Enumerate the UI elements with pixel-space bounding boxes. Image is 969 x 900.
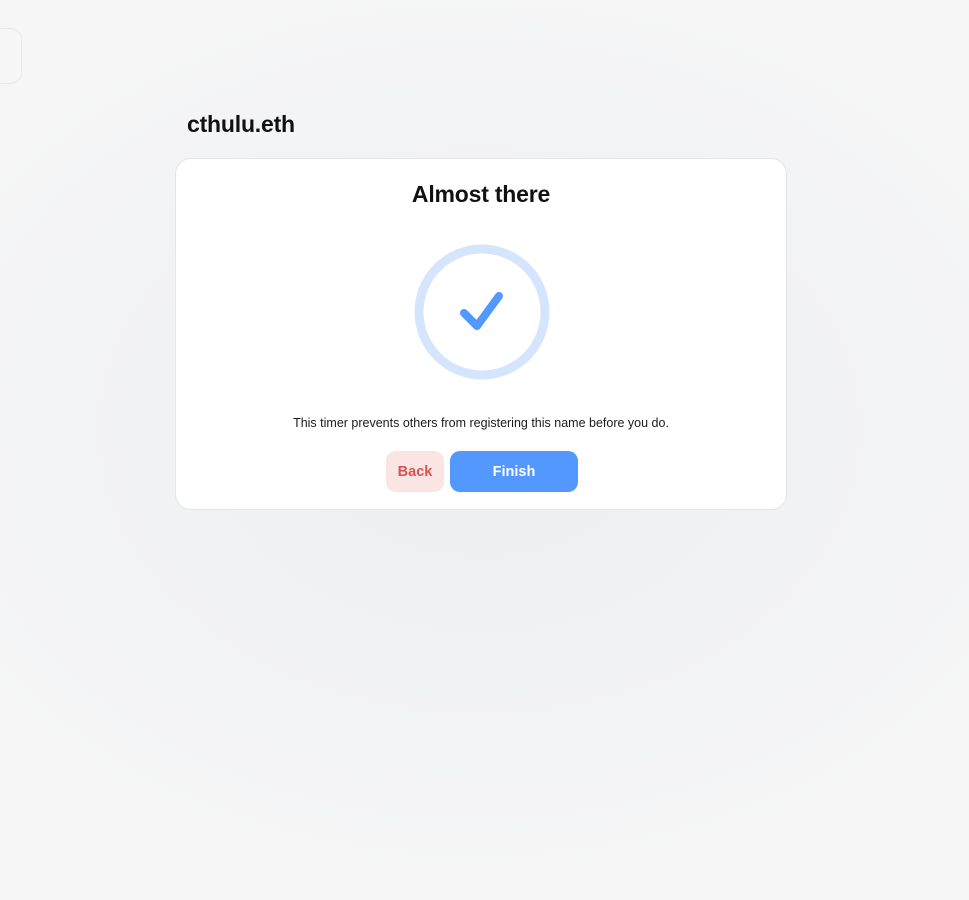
checkmark-icon	[460, 292, 503, 330]
card-title: Almost there	[411, 181, 551, 207]
registration-card: Almost there This timer prevents others …	[175, 158, 787, 510]
back-button[interactable]: Back	[386, 451, 444, 492]
side-panel-tab[interactable]	[0, 28, 22, 84]
countdown-progress	[414, 244, 550, 380]
finish-button[interactable]: Finish	[450, 451, 578, 492]
page-title: cthulu.eth	[187, 111, 295, 137]
timer-description: This timer prevents others from register…	[293, 416, 669, 430]
progress-ring	[414, 244, 550, 380]
